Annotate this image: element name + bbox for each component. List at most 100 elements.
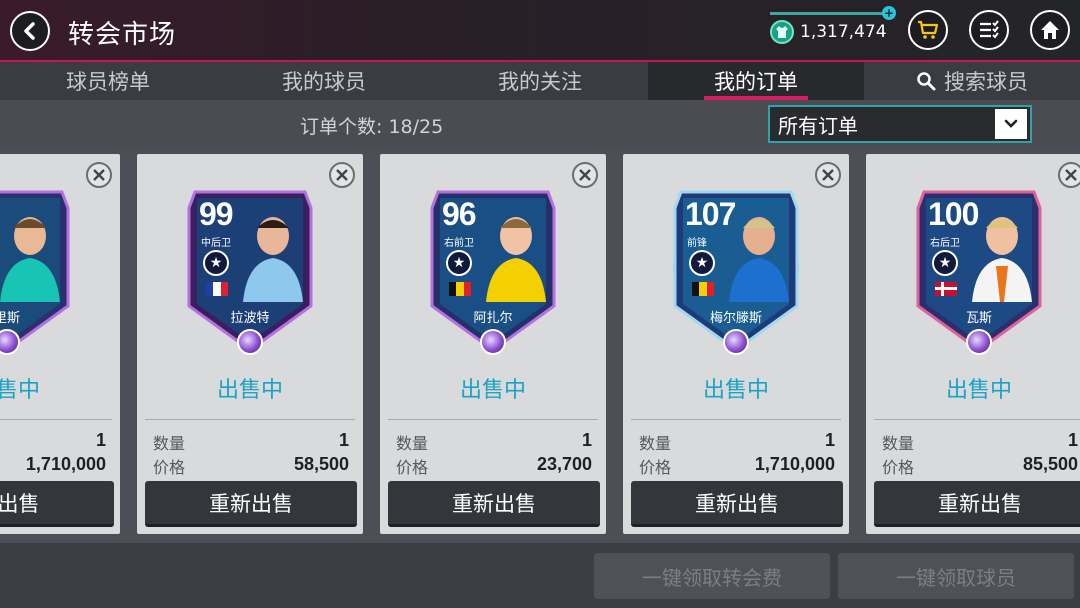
- quantity-row: 数量 1: [153, 430, 349, 454]
- relist-button[interactable]: 重新出售: [145, 481, 357, 527]
- order-status: 出售中: [216, 378, 283, 403]
- quantity-value: 1: [95, 430, 106, 450]
- player-name: 里斯: [0, 310, 20, 326]
- close-icon: [579, 169, 591, 181]
- price-value: 23,700: [536, 454, 592, 474]
- tab-my-orders[interactable]: 我的订单: [648, 62, 864, 100]
- player-rating: 100: [928, 196, 979, 232]
- tab-label: 搜索球员: [944, 70, 1028, 94]
- divider: [388, 419, 598, 420]
- order-status: 出售中: [459, 378, 526, 403]
- bottom-bar: 一键领取转会费 一键领取球员: [0, 543, 1080, 608]
- filter-selected-value: 所有订单: [778, 113, 858, 138]
- tab-my-watchlist[interactable]: 我的关注: [432, 62, 648, 100]
- france-flag-icon: [206, 282, 228, 296]
- quantity-label: 数量: [396, 434, 429, 453]
- player-card[interactable]: 96 右前卫 ★ 阿扎尔: [428, 188, 558, 355]
- close-icon: [822, 169, 834, 181]
- player-position: 右后卫: [930, 238, 960, 249]
- player-card[interactable]: 99 中后卫 ★ 拉波特: [185, 188, 315, 355]
- tab-search-players[interactable]: 搜索球员: [864, 62, 1080, 100]
- remove-order-button[interactable]: [329, 162, 355, 188]
- divider: [631, 419, 841, 420]
- player-rating: 107: [685, 196, 736, 232]
- player-card[interactable]: 里斯: [0, 188, 72, 355]
- collect-players-button[interactable]: 一键领取球员: [838, 553, 1074, 599]
- coin-amount: 1,317,474: [800, 22, 887, 42]
- remove-order-button[interactable]: [572, 162, 598, 188]
- denmark-flag-icon: [935, 282, 957, 296]
- price-row: 价格 85,500: [882, 454, 1078, 478]
- order-card: 107 前锋 ★ 梅尔滕斯 出售中 数量 1 价格 1,710,000 重新出售: [623, 154, 849, 534]
- player-position: 中后卫: [201, 238, 231, 249]
- chevron-left-icon: [24, 22, 35, 40]
- relist-button[interactable]: 重新出售: [388, 481, 600, 527]
- order-card: 里斯 出售中 1 1,710,000 新出售: [0, 154, 120, 534]
- quantity-value: 1: [338, 430, 349, 450]
- belgium-flag-icon: [692, 282, 714, 296]
- ball-icon: [480, 329, 506, 355]
- tab-label: 我的球员: [282, 70, 366, 94]
- page-title: 转会市场: [68, 20, 177, 50]
- back-button[interactable]: [10, 11, 50, 51]
- cart-button[interactable]: [908, 10, 948, 50]
- tab-player-rankings[interactable]: 球员榜单: [0, 62, 216, 100]
- order-count-label: 订单个数:: [300, 116, 383, 138]
- close-icon: [1065, 169, 1077, 181]
- quantity-row: 数量 1: [396, 430, 592, 454]
- player-card[interactable]: 107 前锋 ★ 梅尔滕斯: [671, 188, 801, 355]
- order-card: 96 右前卫 ★ 阿扎尔 出售中 数量 1 价格 23,700 重新出售: [380, 154, 606, 534]
- player-portrait: [243, 217, 303, 302]
- collect-transfer-fees-button[interactable]: 一键领取转会费: [594, 553, 830, 599]
- tasks-button[interactable]: [969, 10, 1009, 50]
- quantity-value: 1: [581, 430, 592, 450]
- relist-button[interactable]: 重新出售: [874, 481, 1080, 527]
- player-name: 梅尔滕斯: [709, 310, 762, 326]
- player-position: 右前卫: [444, 238, 474, 249]
- quantity-row: 1: [0, 430, 106, 451]
- order-card: 99 中后卫 ★ 拉波特 出售中 数量 1 价格 58,500 重新出售: [137, 154, 363, 534]
- top-bar: 转会市场 1,317,474 +: [0, 0, 1080, 62]
- price-row: 价格 1,710,000: [639, 454, 835, 478]
- champions-league-icon: ★: [932, 250, 958, 276]
- price-value: 85,500: [1022, 454, 1078, 474]
- home-icon: [1041, 21, 1059, 39]
- player-name: 瓦斯: [965, 310, 992, 326]
- tab-bar: 球员榜单 我的球员 我的关注 我的订单 搜索球员: [0, 62, 1080, 100]
- price-value: 1,710,000: [25, 454, 106, 474]
- orders-list[interactable]: 里斯 出售中 1 1,710,000 新出售: [0, 148, 1080, 543]
- tab-label: 我的关注: [498, 70, 582, 94]
- tab-my-players[interactable]: 我的球员: [216, 62, 432, 100]
- divider: [0, 419, 112, 420]
- quantity-row: 数量 1: [882, 430, 1078, 454]
- remove-order-button[interactable]: [1058, 162, 1080, 188]
- price-label: 价格: [639, 458, 672, 477]
- coin-balance: 1,317,474 +: [770, 6, 896, 52]
- quantity-label: 数量: [882, 434, 915, 453]
- add-coins-plus-icon[interactable]: +: [882, 6, 896, 20]
- divider: [145, 419, 355, 420]
- cart-icon: [918, 20, 939, 39]
- relist-button[interactable]: 新出售: [0, 481, 114, 527]
- player-name: 拉波特: [230, 310, 270, 326]
- close-icon: [93, 169, 105, 181]
- relist-button[interactable]: 重新出售: [631, 481, 843, 527]
- ball-icon: [723, 329, 749, 355]
- player-card[interactable]: 100 右后卫 ★ 瓦斯: [914, 188, 1044, 355]
- order-filter-dropdown[interactable]: 所有订单: [768, 105, 1032, 143]
- remove-order-button[interactable]: [86, 162, 112, 188]
- chevron-down-icon[interactable]: [995, 109, 1027, 139]
- champions-league-icon: ★: [446, 250, 472, 276]
- home-button[interactable]: [1030, 10, 1070, 50]
- player-portrait: [486, 217, 546, 302]
- tab-label: 球员榜单: [66, 70, 150, 94]
- tab-label: 我的订单: [714, 70, 798, 94]
- price-label: 价格: [882, 458, 915, 477]
- order-count-value: 18/25: [388, 116, 444, 138]
- champions-league-icon: ★: [203, 250, 229, 276]
- remove-order-button[interactable]: [815, 162, 841, 188]
- close-icon: [336, 169, 348, 181]
- price-value: 58,500: [293, 454, 349, 474]
- player-portrait: [0, 217, 60, 302]
- price-row: 1,710,000: [0, 454, 106, 475]
